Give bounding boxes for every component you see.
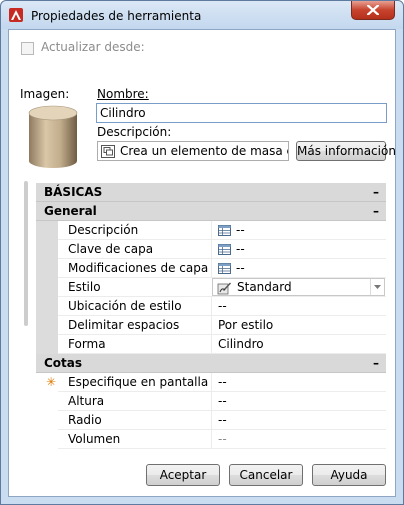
property-grid: BÁSICAS – General – Descripción -- Clave… [36,183,386,449]
property-value: -- [218,413,227,427]
property-name: Delimitar espacios [68,318,180,332]
property-name: Forma [68,337,106,351]
property-name: Modificaciones de capa [68,261,209,275]
style-value: Standard [237,280,292,294]
row-gutter [36,411,58,430]
asterisk-icon: ✳ [46,375,57,389]
property-name: Radio [68,413,102,427]
row-divider [211,240,212,258]
row-divider [211,373,212,391]
table-icon[interactable] [218,263,231,274]
property-value: Por estilo [218,318,274,332]
dialog-window: Propiedades de herramienta Actualizar de… [0,0,404,505]
property-value: -- [236,261,245,275]
property-name: Altura [68,394,105,408]
property-value: Cilindro [218,337,264,351]
description-label: Descripción: [97,125,172,139]
property-value: -- [218,375,227,389]
property-row-layer-overrides[interactable]: Modificaciones de capa -- [36,259,386,278]
section-general-title: General [44,204,97,218]
style-dropdown-arrow[interactable] [370,279,384,295]
property-row-specify-on-screen[interactable]: ✳ Especifique en pantalla -- [36,373,386,392]
row-divider [211,259,212,277]
row-divider [211,430,212,448]
property-value: -- [218,394,227,408]
row-gutter [36,240,58,259]
property-value: -- [218,432,227,446]
property-row-layer-key[interactable]: Clave de capa -- [36,240,386,259]
row-divider [211,335,212,353]
more-info-button[interactable]: Más información [296,141,396,161]
section-dimensions-toggle[interactable]: – [373,354,379,372]
row-gutter [36,316,58,335]
close-button[interactable] [351,1,395,20]
description-field[interactable]: Crea un elemento de masa cilin [97,141,289,161]
section-basic-toggle[interactable]: – [373,183,379,201]
description-icon [101,145,115,158]
row-gutter [36,297,58,316]
section-basic[interactable]: BÁSICAS – [36,183,386,202]
property-row-radius[interactable]: Radio -- [36,411,386,430]
chevron-down-icon [374,285,381,289]
property-row-volume[interactable]: Volumen -- [36,430,386,449]
description-value: Crea un elemento de masa cilin [120,144,288,158]
property-name: Clave de capa [68,242,154,256]
scrollbar[interactable] [24,181,28,326]
name-label: Nombre: [97,87,149,101]
help-button[interactable]: Ayuda [312,464,386,486]
property-row-style[interactable]: Estilo Standard [36,278,386,297]
update-from-label: Actualizar desde: [41,40,145,54]
property-name: Estilo [68,280,101,294]
table-icon[interactable] [218,244,231,255]
row-divider [211,297,212,315]
row-gutter [36,335,58,354]
property-row-description[interactable]: Descripción -- [36,221,386,240]
table-icon[interactable] [218,225,231,236]
section-general-toggle[interactable]: – [373,202,379,220]
row-gutter [36,278,58,297]
property-name: Especifique en pantalla [68,375,209,389]
row-gutter [36,430,58,449]
row-gutter [36,392,58,411]
style-dropdown[interactable]: Standard [212,278,385,296]
cancel-button[interactable]: Cancelar [229,464,303,486]
property-row-bound-spaces[interactable]: Delimitar espacios Por estilo [36,316,386,335]
style-icon [217,282,231,295]
window-title: Propiedades de herramienta [31,9,202,23]
property-name: Ubicación de estilo [68,299,182,313]
cylinder-thumbnail [28,105,78,168]
image-label: Imagen: [20,87,70,101]
title-bar[interactable]: Propiedades de herramienta [1,1,403,29]
row-gutter [36,259,58,278]
property-row-shape[interactable]: Forma Cilindro [36,335,386,354]
property-value: -- [236,223,245,237]
update-from-checkbox[interactable] [21,42,34,55]
app-logo-icon [9,8,23,22]
property-value: -- [236,242,245,256]
row-divider [211,392,212,410]
dialog-body: Actualizar desde: Imagen: Nombre: Cilind… [8,29,396,497]
property-name: Descripción [68,223,139,237]
row-divider [211,316,212,334]
section-general[interactable]: General – [36,202,386,221]
section-basic-title: BÁSICAS [44,185,103,199]
property-value: -- [218,299,227,313]
section-dimensions-title: Cotas [44,356,83,370]
close-icon [367,5,379,15]
property-row-style-location[interactable]: Ubicación de estilo -- [36,297,386,316]
row-gutter [36,221,58,240]
property-row-height[interactable]: Altura -- [36,392,386,411]
ok-button[interactable]: Aceptar [146,464,220,486]
section-dimensions[interactable]: Cotas – [36,354,386,373]
name-input[interactable]: Cilindro [96,103,387,123]
row-divider [211,221,212,239]
property-name: Volumen [68,432,121,446]
row-divider [211,411,212,429]
